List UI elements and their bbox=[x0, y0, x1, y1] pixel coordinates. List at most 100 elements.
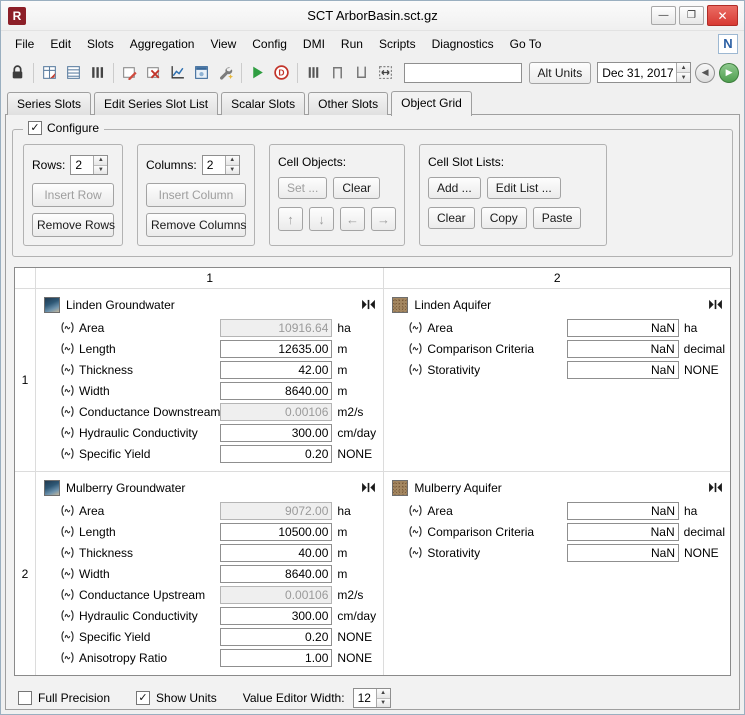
collapse-columns-button[interactable] bbox=[361, 299, 376, 310]
tab-scalar-slots[interactable]: Scalar Slots bbox=[221, 92, 305, 115]
series-list-button[interactable] bbox=[62, 61, 85, 85]
slot-value-input[interactable] bbox=[567, 523, 679, 541]
tab-series-slots[interactable]: Series Slots bbox=[7, 92, 91, 115]
close-button[interactable]: ✕ bbox=[707, 5, 738, 26]
flag-close-button[interactable] bbox=[350, 61, 373, 85]
row-header-1[interactable]: 1 bbox=[15, 289, 35, 471]
paste-slot-list-button[interactable]: Paste bbox=[533, 207, 582, 229]
date-value: Dec 31, 2017 bbox=[598, 63, 676, 82]
slot-value-input[interactable] bbox=[220, 544, 332, 562]
collapse-columns-button[interactable] bbox=[708, 482, 723, 493]
start-run-button[interactable] bbox=[246, 61, 269, 85]
copy-slot-list-button[interactable]: Copy bbox=[481, 207, 527, 229]
menu-config[interactable]: Config bbox=[244, 34, 295, 54]
tab-edit-series-slot-list[interactable]: Edit Series Slot List bbox=[94, 92, 218, 115]
add-slot-list-button[interactable]: Add ... bbox=[428, 177, 481, 199]
fit-size-button[interactable] bbox=[374, 61, 397, 85]
menu-file[interactable]: File bbox=[7, 34, 42, 54]
edit-slots-button[interactable] bbox=[118, 61, 141, 85]
arrow-right-icon: → bbox=[377, 212, 390, 227]
goto-slot-button[interactable] bbox=[38, 61, 61, 85]
slot-value-input[interactable] bbox=[220, 340, 332, 358]
slot-value-input[interactable] bbox=[567, 502, 679, 520]
width-spin-down-icon[interactable]: ▼ bbox=[377, 698, 390, 708]
menu-view[interactable]: View bbox=[202, 34, 244, 54]
prev-timestep-button[interactable]: ◀ bbox=[695, 63, 715, 83]
slot-value-input[interactable] bbox=[220, 586, 332, 604]
show-units-checkbox[interactable]: ✓ bbox=[136, 691, 150, 705]
slot-value-input[interactable] bbox=[567, 319, 679, 337]
slot-label: Area bbox=[79, 321, 220, 335]
slot-value-input[interactable] bbox=[220, 361, 332, 379]
tab-other-slots[interactable]: Other Slots bbox=[308, 92, 388, 115]
slot-value-input[interactable] bbox=[220, 382, 332, 400]
remove-slots-button[interactable] bbox=[142, 61, 165, 85]
menu-aggregation[interactable]: Aggregation bbox=[122, 34, 203, 54]
remove-columns-button[interactable]: Remove Columns bbox=[146, 213, 246, 237]
minimize-button[interactable]: — bbox=[651, 6, 676, 25]
row-header-2[interactable]: 2 bbox=[15, 471, 35, 675]
slot-value-input[interactable] bbox=[567, 340, 679, 358]
menu-diagnostics[interactable]: Diagnostics bbox=[424, 34, 502, 54]
collapse-columns-button[interactable] bbox=[361, 482, 376, 493]
date-spin-up-icon[interactable]: ▲ bbox=[677, 63, 690, 72]
value-editor-width-spinbox[interactable]: 12 ▲ ▼ bbox=[353, 688, 391, 708]
toolbar-separator bbox=[33, 63, 34, 83]
lock-button[interactable] bbox=[6, 61, 29, 85]
edit-slot-list-button[interactable]: Edit List ... bbox=[487, 177, 561, 199]
maximize-button[interactable]: ❐ bbox=[679, 6, 704, 25]
slot-value-input[interactable] bbox=[567, 544, 679, 562]
slot-value-input[interactable] bbox=[220, 319, 332, 337]
slot-row: Areaha bbox=[390, 500, 725, 521]
slot-value-input[interactable] bbox=[220, 607, 332, 625]
rows-spin-down-icon[interactable]: ▼ bbox=[94, 165, 107, 175]
collapse-columns-button[interactable] bbox=[708, 299, 723, 310]
remove-rows-button[interactable]: Remove Rows bbox=[32, 213, 114, 237]
tab-object-grid[interactable]: Object Grid bbox=[391, 91, 472, 116]
slot-value-input[interactable] bbox=[220, 403, 332, 421]
configure-tools-button[interactable] bbox=[214, 61, 237, 85]
width-spin-up-icon[interactable]: ▲ bbox=[377, 689, 390, 698]
riverware-icon[interactable]: N bbox=[718, 34, 738, 54]
configure-checkbox[interactable]: ✓ bbox=[28, 121, 42, 135]
next-timestep-button[interactable]: ▶ bbox=[719, 63, 739, 83]
menu-run[interactable]: Run bbox=[333, 34, 371, 54]
collapse-icon bbox=[708, 482, 723, 493]
clear-cell-object-button[interactable]: Clear bbox=[333, 177, 380, 199]
date-spinbox[interactable]: Dec 31, 2017 ▲ ▼ bbox=[597, 62, 691, 83]
menu-scripts[interactable]: Scripts bbox=[371, 34, 424, 54]
menu-go-to[interactable]: Go To bbox=[502, 34, 550, 54]
menu-dmi[interactable]: DMI bbox=[295, 34, 333, 54]
diagnostics-button[interactable] bbox=[270, 61, 293, 85]
rows-spin-up-icon[interactable]: ▲ bbox=[94, 156, 107, 165]
column-header-2[interactable]: 2 bbox=[383, 268, 730, 289]
rows-spinbox[interactable]: 2 ▲ ▼ bbox=[70, 155, 108, 175]
menu-slots[interactable]: Slots bbox=[79, 34, 122, 54]
column-header-1[interactable]: 1 bbox=[35, 268, 383, 289]
flag-open-button[interactable] bbox=[326, 61, 349, 85]
toolbar-separator bbox=[113, 63, 114, 83]
slot-value-input[interactable] bbox=[220, 565, 332, 583]
date-spin-down-icon[interactable]: ▼ bbox=[677, 72, 690, 82]
slot-label: Storativity bbox=[427, 546, 567, 560]
slot-value-input[interactable] bbox=[220, 523, 332, 541]
clear-slot-list-button[interactable]: Clear bbox=[428, 207, 475, 229]
slot-value-input[interactable] bbox=[220, 649, 332, 667]
slot-value-input[interactable] bbox=[567, 361, 679, 379]
columns-spinbox[interactable]: 2 ▲ ▼ bbox=[202, 155, 240, 175]
slot-value-input[interactable] bbox=[220, 424, 332, 442]
pause-button[interactable] bbox=[302, 61, 325, 85]
columns-spin-down-icon[interactable]: ▼ bbox=[226, 165, 239, 175]
full-precision-checkbox[interactable] bbox=[18, 691, 32, 705]
object-name: Mulberry Groundwater bbox=[66, 481, 185, 495]
slot-value-input[interactable] bbox=[220, 628, 332, 646]
slot-value-input[interactable] bbox=[220, 445, 332, 463]
columns-spin-up-icon[interactable]: ▲ bbox=[226, 156, 239, 165]
menu-edit[interactable]: Edit bbox=[42, 34, 79, 54]
toolbar-search-input[interactable] bbox=[404, 63, 522, 83]
slot-columns-button[interactable] bbox=[86, 61, 109, 85]
slot-value-input[interactable] bbox=[220, 502, 332, 520]
plot-button[interactable] bbox=[166, 61, 189, 85]
open-object-button[interactable] bbox=[190, 61, 213, 85]
alt-units-button[interactable]: Alt Units bbox=[529, 62, 592, 84]
